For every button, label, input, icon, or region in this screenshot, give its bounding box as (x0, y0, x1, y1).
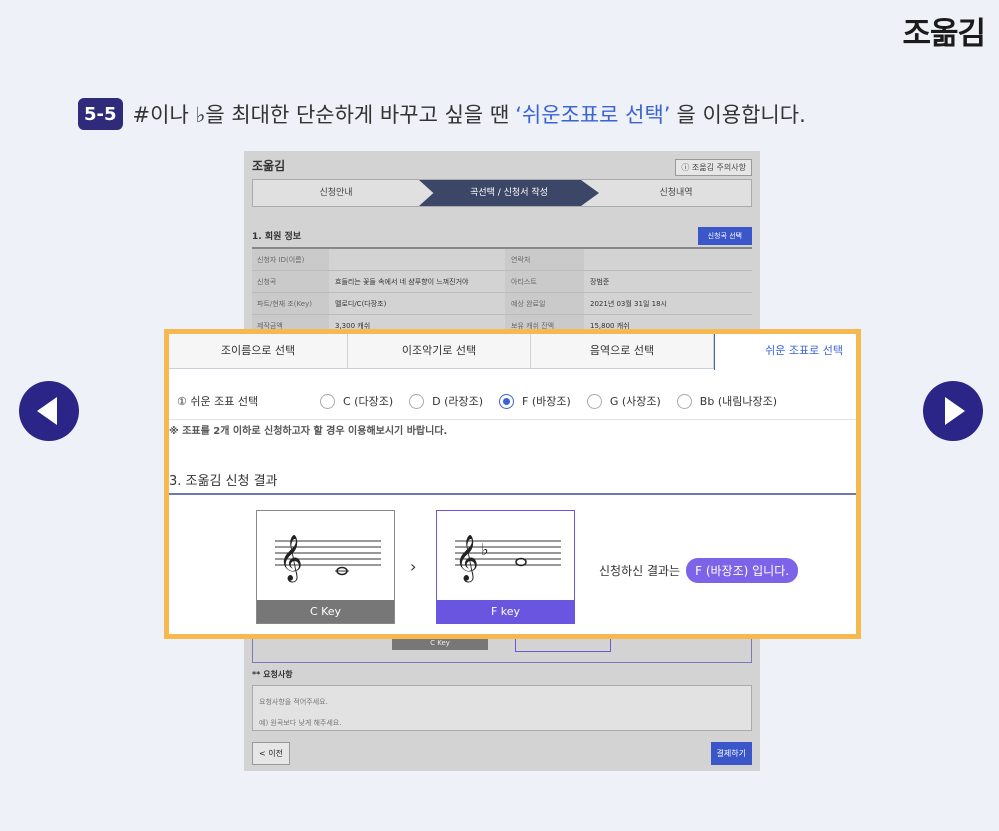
f-key-staff: 𝄞 ♭ F key (436, 510, 575, 624)
request-title: ** 요청사항 (252, 670, 293, 679)
cell-value: 장범준 (590, 277, 610, 286)
result-message: 신청하신 결과는 F (바장조) 입니다. (599, 558, 799, 583)
radio-button[interactable] (409, 393, 425, 409)
c-staff-notation-icon: 𝄞 (275, 535, 381, 583)
radio-button[interactable] (320, 393, 335, 409)
cell-label: 신청곡 (252, 271, 329, 292)
cell-value: 멜로디/C(다장조) (335, 299, 387, 308)
radio-option-f[interactable]: F (바장조) (499, 393, 571, 409)
headline-highlight: ‘쉬운조표로 선택’ (515, 103, 671, 127)
c-key-staff: 𝄞 C Key (256, 510, 395, 624)
headline: 5-5 #이나 ♭을 최대한 단순하게 바꾸고 싶을 땐 ‘쉬운조표로 선택’ … (78, 98, 806, 130)
cell-label: 예상 완료일 (505, 293, 584, 314)
headline-before: #이나 ♭을 최대한 단순하게 바꾸고 싶을 땐 (132, 103, 510, 127)
pay-button[interactable]: 결제하기 (710, 742, 752, 765)
brand-logo: 조옮김 (902, 16, 986, 52)
tab-vocal-range[interactable]: 음역으로 선택 (531, 334, 714, 368)
usage-note: ※ 조표를 2개 이하로 신청하고자 할 경우 이용해보시기 바랍니다. (169, 419, 856, 437)
f-key-label: F key (437, 600, 574, 623)
radio-option-bb[interactable]: Bb (내림나장조) (676, 393, 778, 409)
select-song-button[interactable]: 신청곡 선택 (697, 227, 752, 245)
arrow-left-icon (37, 397, 57, 425)
table-row: 신청곡 흐들리는 꽃들 속에서 네 샴푸향이 느껴진거야 아티스트 장범준 (252, 271, 752, 293)
tab-key-name[interactable]: 조이름으로 선택 (169, 334, 348, 368)
step-1: 신청안내 (319, 188, 353, 198)
svg-text:𝄞: 𝄞 (455, 535, 479, 583)
radio-button-selected[interactable] (499, 393, 515, 409)
result-prefix: 신청하신 결과는 (599, 564, 681, 578)
radio-button[interactable] (676, 393, 692, 409)
highlight-panel: 조이름으로 선택 이조악기로 선택 음역으로 선택 쉬운 조표로 선택 ① 쉬운… (164, 329, 861, 639)
radio-label: C (다장조) (343, 395, 394, 408)
cell-value: 흐들리는 꽃들 속에서 네 샴푸향이 느껴진거야 (335, 277, 469, 286)
cell-label: 아티스트 (505, 271, 584, 292)
tab-easy-key-signature[interactable]: 쉬운 조표로 선택 (714, 334, 856, 370)
radio-label: F (바장조) (522, 395, 571, 408)
result-key-badge: F (바장조) 입니다. (686, 558, 799, 583)
screen-title: 조옮김 (252, 159, 286, 173)
cell-label: 연락처 (505, 249, 584, 270)
key-row-label: ① 쉬운 조표 선택 (177, 395, 259, 408)
headline-after: 을 이용합니다. (676, 103, 806, 127)
step-progress: 신청안내 곡선택 / 신청서 작성 신청내역 (252, 179, 752, 207)
member-info-title: 1. 회원 정보 (252, 232, 302, 242)
table-row: 파트/현재 조(Key) 멜로디/C(다장조) 예상 완료일 2021년 03월… (252, 293, 752, 315)
radio-option-c[interactable]: C (다장조) (320, 393, 393, 409)
prev-button[interactable]: < 이전 (252, 742, 290, 765)
radio-label: D (라장조) (432, 395, 484, 408)
step-3: 신청내역 (659, 188, 693, 198)
chevron-right-icon: › (410, 557, 417, 576)
radio-label: Bb (내림나장조) (699, 395, 778, 408)
step-2-active: 곡선택 / 신청서 작성 (419, 180, 599, 206)
result-divider (169, 493, 856, 495)
result-title: 3. 조옮김 신청 결과 (169, 474, 278, 489)
request-placeholder-1: 요청사항을 적어주세요. (259, 698, 328, 706)
request-textarea[interactable]: 요청사항을 적어주세요. 예) 원곡보다 낮게 해주세요. (252, 685, 752, 731)
step-badge: 5-5 (78, 98, 123, 130)
tab-transposing-instrument[interactable]: 이조악기로 선택 (348, 334, 531, 368)
c-key-label: C Key (257, 600, 394, 623)
next-slide-button[interactable] (923, 381, 983, 441)
radio-option-g[interactable]: G (사장조) (586, 393, 661, 409)
radio-option-d[interactable]: D (라장조) (409, 393, 483, 409)
svg-text:♭: ♭ (481, 540, 489, 559)
arrow-right-icon (945, 397, 965, 425)
svg-text:𝄞: 𝄞 (279, 535, 303, 583)
radio-label: G (사장조) (609, 395, 661, 408)
member-info-table: 신청자 ID(이름) 연락처 신청곡 흐들리는 꽃들 속에서 네 샴푸향이 느껴… (252, 247, 752, 337)
notice-button[interactable]: ⓘ 조옮김 주의사항 (675, 159, 752, 176)
cell-label: 파트/현재 조(Key) (252, 293, 329, 314)
cell-value: 2021년 03월 31일 18시 (590, 299, 667, 308)
radio-button[interactable] (586, 393, 602, 409)
easy-key-selector: ① 쉬운 조표 선택 C (다장조) D (라장조) F (바장조) G (사장… (177, 390, 847, 412)
table-row: 신청자 ID(이름) 연락처 (252, 249, 752, 271)
selection-tabs: 조이름으로 선택 이조악기로 선택 음역으로 선택 쉬운 조표로 선택 (169, 334, 856, 370)
cell-label: 신청자 ID(이름) (252, 249, 329, 270)
f-staff-notation-icon: 𝄞 ♭ (455, 535, 561, 583)
request-placeholder-2: 예) 원곡보다 낮게 해주세요. (259, 719, 342, 727)
prev-slide-button[interactable] (19, 381, 79, 441)
